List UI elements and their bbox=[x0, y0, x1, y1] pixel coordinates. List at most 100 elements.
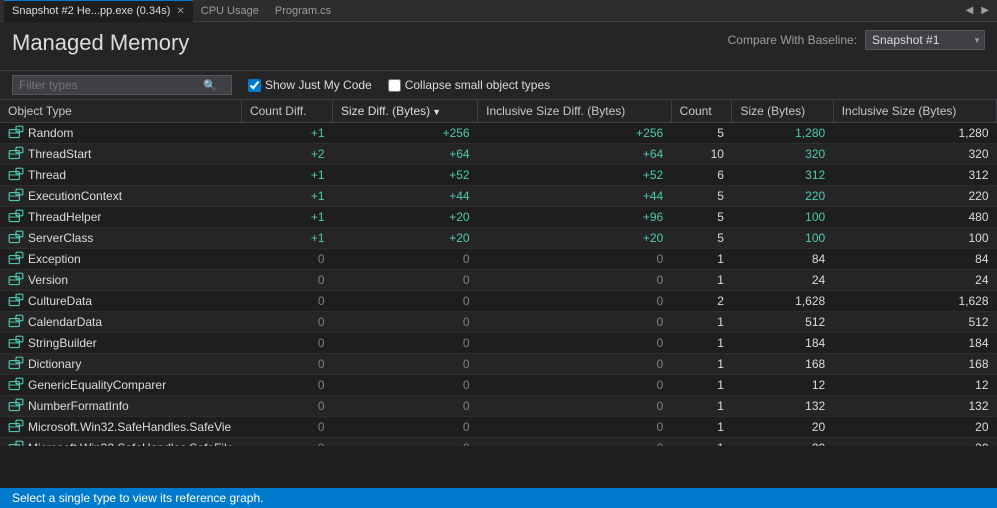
cell-count-diff: +1 bbox=[241, 123, 332, 144]
cell-size: 1,628 bbox=[732, 291, 833, 312]
table-row[interactable]: Random +1 +256 +256 5 1,280 1,280 bbox=[0, 123, 997, 144]
col-size-diff[interactable]: Size Diff. (Bytes)▼ bbox=[333, 100, 478, 123]
cell-size-diff: 0 bbox=[333, 249, 478, 270]
tab-bar-right: ◀ ▶ bbox=[962, 5, 993, 16]
type-name: Version bbox=[28, 273, 68, 287]
cell-type: ThreadHelper bbox=[0, 207, 241, 228]
table-row[interactable]: Version 0 0 0 1 24 24 bbox=[0, 270, 997, 291]
cell-count-diff: +2 bbox=[241, 144, 332, 165]
cell-size: 100 bbox=[732, 207, 833, 228]
cell-type: Thread bbox=[0, 165, 241, 186]
cell-inc-size: 12 bbox=[833, 375, 996, 396]
cell-count: 1 bbox=[671, 396, 732, 417]
cell-inc-size-diff: 0 bbox=[478, 396, 672, 417]
cell-size-diff: 0 bbox=[333, 354, 478, 375]
cell-size-diff: 0 bbox=[333, 438, 478, 447]
compare-select-wrapper[interactable]: Snapshot #1 bbox=[865, 30, 985, 50]
cell-count-diff: 0 bbox=[241, 438, 332, 447]
cell-inc-size: 24 bbox=[833, 270, 996, 291]
cell-size: 24 bbox=[732, 270, 833, 291]
cell-size: 20 bbox=[732, 438, 833, 447]
cell-inc-size: 512 bbox=[833, 312, 996, 333]
cell-count: 10 bbox=[671, 144, 732, 165]
collapse-small-label[interactable]: Collapse small object types bbox=[388, 78, 550, 92]
type-icon bbox=[8, 293, 24, 309]
type-icon bbox=[8, 440, 24, 446]
type-icon bbox=[8, 167, 24, 183]
cell-count: 1 bbox=[671, 354, 732, 375]
cell-count: 1 bbox=[671, 375, 732, 396]
cell-inc-size: 1,280 bbox=[833, 123, 996, 144]
table-row[interactable]: Microsoft.Win32.SafeHandles.SafeVie 0 0 … bbox=[0, 417, 997, 438]
cell-count-diff: 0 bbox=[241, 375, 332, 396]
cell-inc-size: 84 bbox=[833, 249, 996, 270]
filter-input[interactable] bbox=[19, 78, 199, 92]
cell-type: CalendarData bbox=[0, 312, 241, 333]
table-row[interactable]: ThreadHelper +1 +20 +96 5 100 480 bbox=[0, 207, 997, 228]
col-type[interactable]: Object Type bbox=[0, 100, 241, 123]
col-inc-size[interactable]: Inclusive Size (Bytes) bbox=[833, 100, 996, 123]
type-name: ThreadHelper bbox=[28, 210, 101, 224]
table-row[interactable]: Microsoft.Win32.SafeHandles.SafeFile 0 0… bbox=[0, 438, 997, 447]
table-row[interactable]: CalendarData 0 0 0 1 512 512 bbox=[0, 312, 997, 333]
table-row[interactable]: CultureData 0 0 0 2 1,628 1,628 bbox=[0, 291, 997, 312]
col-count[interactable]: Count bbox=[671, 100, 732, 123]
status-bar: Select a single type to view its referen… bbox=[0, 488, 997, 508]
cell-type: NumberFormatInfo bbox=[0, 396, 241, 417]
filter-box[interactable]: 🔍 bbox=[12, 75, 232, 95]
cell-count: 1 bbox=[671, 270, 732, 291]
table-row[interactable]: StringBuilder 0 0 0 1 184 184 bbox=[0, 333, 997, 354]
cell-count: 6 bbox=[671, 165, 732, 186]
cell-inc-size: 20 bbox=[833, 438, 996, 447]
type-icon bbox=[8, 272, 24, 288]
cell-inc-size-diff: 0 bbox=[478, 354, 672, 375]
close-icon[interactable]: ✕ bbox=[176, 6, 184, 17]
page-title: Managed Memory bbox=[12, 30, 189, 56]
show-just-my-code-checkbox[interactable] bbox=[248, 79, 261, 92]
cell-count: 1 bbox=[671, 438, 732, 447]
cell-size-diff: +20 bbox=[333, 207, 478, 228]
col-count-diff[interactable]: Count Diff. bbox=[241, 100, 332, 123]
tab-snapshot[interactable]: Snapshot #2 He...pp.exe (0.34s) ✕ bbox=[4, 0, 193, 22]
tab-program-cs[interactable]: Program.cs bbox=[267, 0, 339, 22]
cell-size-diff: 0 bbox=[333, 291, 478, 312]
cell-count-diff: +1 bbox=[241, 207, 332, 228]
cell-count: 5 bbox=[671, 228, 732, 249]
cell-size: 12 bbox=[732, 375, 833, 396]
cell-count-diff: 0 bbox=[241, 291, 332, 312]
show-just-my-code-text: Show Just My Code bbox=[265, 78, 372, 92]
table-row[interactable]: ExecutionContext +1 +44 +44 5 220 220 bbox=[0, 186, 997, 207]
toolbar: 🔍 Show Just My Code Collapse small objec… bbox=[0, 71, 997, 100]
table-row[interactable]: Dictionary 0 0 0 1 168 168 bbox=[0, 354, 997, 375]
sort-arrow-icon: ▼ bbox=[432, 107, 441, 117]
cell-size: 184 bbox=[732, 333, 833, 354]
cell-type: GenericEqualityComparer bbox=[0, 375, 241, 396]
table-row[interactable]: NumberFormatInfo 0 0 0 1 132 132 bbox=[0, 396, 997, 417]
type-icon bbox=[8, 335, 24, 351]
cell-inc-size-diff: +20 bbox=[478, 228, 672, 249]
scroll-left-icon[interactable]: ◀ bbox=[962, 5, 978, 16]
cell-size-diff: +20 bbox=[333, 228, 478, 249]
cell-type: ServerClass bbox=[0, 228, 241, 249]
cell-inc-size: 20 bbox=[833, 417, 996, 438]
table-row[interactable]: ThreadStart +2 +64 +64 10 320 320 bbox=[0, 144, 997, 165]
tab-cpu-usage[interactable]: CPU Usage bbox=[193, 0, 267, 22]
type-icon bbox=[8, 146, 24, 162]
table-area[interactable]: Object Type Count Diff. Size Diff. (Byte… bbox=[0, 100, 997, 446]
table-row[interactable]: GenericEqualityComparer 0 0 0 1 12 12 bbox=[0, 375, 997, 396]
table-row[interactable]: Thread +1 +52 +52 6 312 312 bbox=[0, 165, 997, 186]
scroll-right-icon[interactable]: ▶ bbox=[977, 5, 993, 16]
table-row[interactable]: Exception 0 0 0 1 84 84 bbox=[0, 249, 997, 270]
cell-size-diff: 0 bbox=[333, 417, 478, 438]
show-just-my-code-label[interactable]: Show Just My Code bbox=[248, 78, 372, 92]
type-name: NumberFormatInfo bbox=[28, 399, 129, 413]
type-name: StringBuilder bbox=[28, 336, 97, 350]
col-inc-size-diff[interactable]: Inclusive Size Diff. (Bytes) bbox=[478, 100, 672, 123]
cell-count-diff: 0 bbox=[241, 354, 332, 375]
table-row[interactable]: ServerClass +1 +20 +20 5 100 100 bbox=[0, 228, 997, 249]
compare-select[interactable]: Snapshot #1 bbox=[865, 30, 985, 50]
collapse-small-checkbox[interactable] bbox=[388, 79, 401, 92]
tab-cpu-label: CPU Usage bbox=[201, 5, 259, 17]
type-name: GenericEqualityComparer bbox=[28, 378, 166, 392]
col-size[interactable]: Size (Bytes) bbox=[732, 100, 833, 123]
